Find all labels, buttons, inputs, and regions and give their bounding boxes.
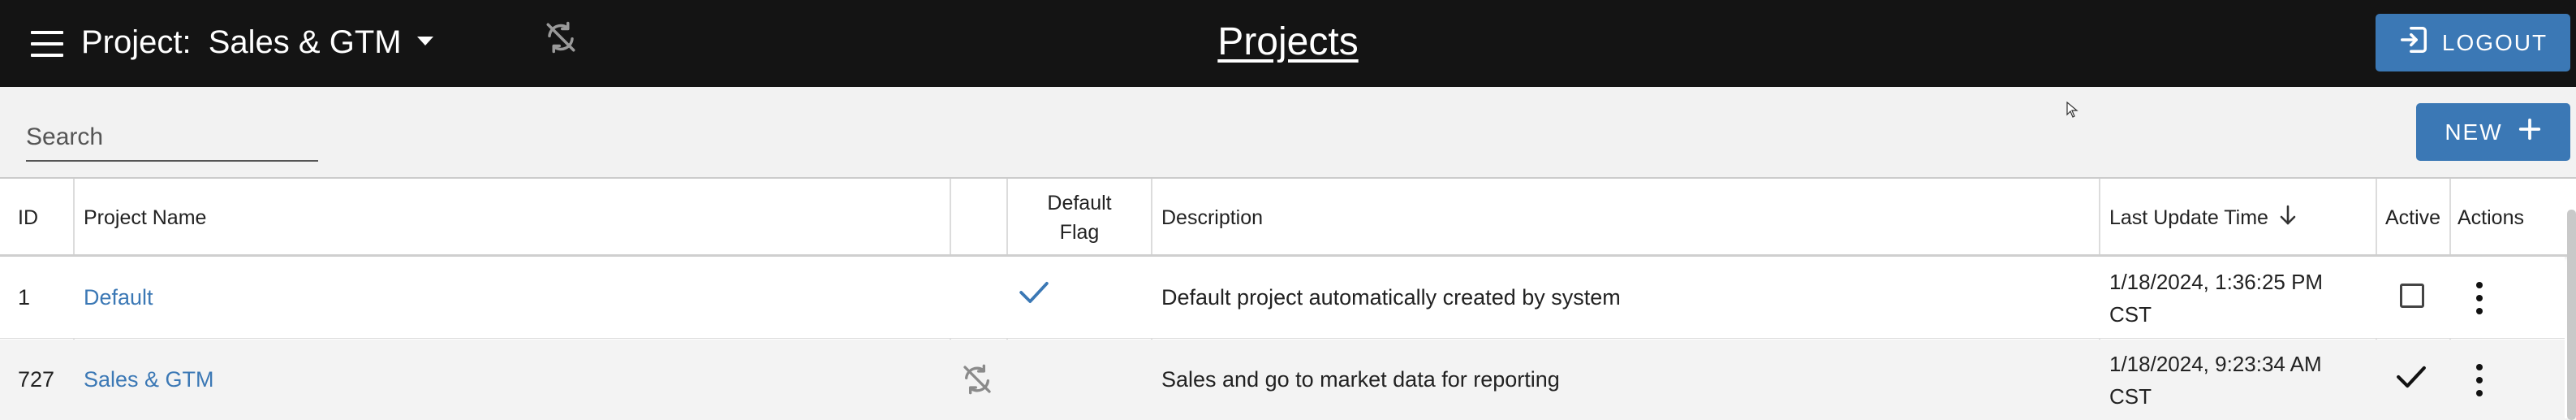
projects-table: ID Project Name Default Flag Description…	[0, 177, 2576, 420]
last-update-date: 1/18/2024, 9:23:34 AM	[2109, 351, 2322, 376]
row-actions-menu[interactable]	[2475, 282, 2484, 314]
column-header-description[interactable]: Description	[1161, 179, 1263, 257]
column-header-project-name[interactable]: Project Name	[84, 179, 206, 257]
table-row[interactable]: 727 Sales & GTM Sales and go to market d…	[0, 340, 2565, 420]
row-description: Sales and go to market data for reportin…	[1161, 367, 1560, 392]
mouse-pointer-icon	[2066, 101, 2079, 118]
row-actions-menu[interactable]	[2475, 364, 2484, 396]
current-project-name: Sales & GTM	[208, 24, 402, 60]
project-name-link[interactable]: Sales & GTM	[84, 340, 214, 420]
more-vertical-icon	[2475, 364, 2484, 396]
project-name-link[interactable]: Default	[84, 257, 153, 339]
last-update-timezone: CST	[2109, 383, 2152, 409]
column-header-default-flag[interactable]: Default Flag	[1008, 179, 1151, 257]
search-field[interactable]	[26, 118, 318, 162]
arrow-down-icon	[2278, 204, 2298, 232]
table-row[interactable]: 1 Default Default project automatically …	[0, 257, 2565, 339]
logout-label: LOGOUT	[2441, 29, 2548, 55]
checkmark-icon	[2397, 366, 2426, 388]
more-vertical-icon	[2475, 282, 2484, 314]
checkmark-icon	[1019, 276, 1049, 309]
search-input[interactable]	[26, 118, 318, 157]
column-header-actions: Actions	[2458, 206, 2524, 229]
active-checkbox[interactable]	[2396, 364, 2427, 390]
row-id: 727	[18, 367, 55, 392]
column-header-last-update-time[interactable]: Last Update Time	[2109, 179, 2298, 257]
default-flag-label-line2: Flag	[1059, 221, 1100, 244]
sync-disabled-icon	[961, 363, 993, 396]
project-prefix: Project:	[81, 24, 192, 60]
logout-icon	[2398, 24, 2429, 61]
new-project-button[interactable]: NEW	[2416, 103, 2570, 161]
caret-down-icon	[416, 36, 433, 45]
row-last-update-time: 1/18/2024, 1:36:25 PM CST	[2109, 257, 2323, 339]
last-update-date: 1/18/2024, 1:36:25 PM	[2109, 269, 2324, 294]
table-header: ID Project Name Default Flag Description…	[0, 179, 2576, 257]
last-update-timezone: CST	[2109, 301, 2152, 327]
plus-icon	[2518, 117, 2542, 147]
vertical-scrollbar[interactable]	[2567, 210, 2576, 420]
default-flag-label-line1: Default	[1047, 192, 1112, 214]
project-selector[interactable]: Project: Sales & GTM	[81, 19, 433, 65]
column-header-id[interactable]: ID	[18, 179, 38, 257]
sync-disabled-icon	[544, 20, 578, 54]
hamburger-menu-icon[interactable]	[31, 28, 67, 60]
row-id: 1	[18, 285, 31, 310]
last-update-label: Last Update Time	[2109, 206, 2268, 229]
row-description: Default project automatically created by…	[1161, 285, 1621, 310]
column-header-active[interactable]: Active	[2385, 179, 2440, 257]
top-app-bar: Project: Sales & GTM Projects LOGOUT	[0, 0, 2576, 87]
new-label: NEW	[2445, 119, 2503, 145]
logout-button[interactable]: LOGOUT	[2376, 14, 2570, 71]
active-checkbox[interactable]	[2400, 284, 2424, 308]
checkbox-unchecked-icon	[2400, 284, 2424, 308]
row-last-update-time: 1/18/2024, 9:23:34 AM CST	[2109, 340, 2322, 420]
